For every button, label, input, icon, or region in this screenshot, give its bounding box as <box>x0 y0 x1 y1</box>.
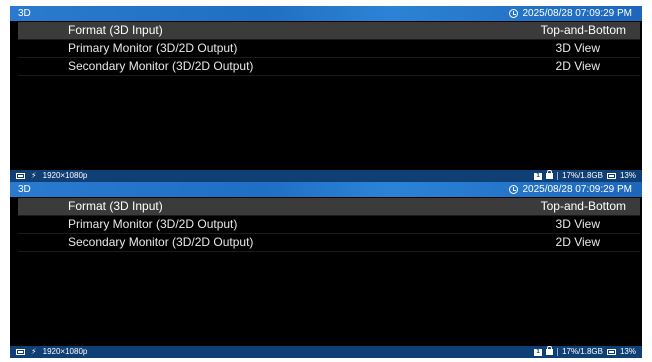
network-icon <box>606 173 616 179</box>
menu-item-label: Secondary Monitor (3D/2D Output) <box>68 235 254 249</box>
divider <box>557 172 559 180</box>
menu-item-secondary-monitor[interactable]: Secondary Monitor (3D/2D Output) 2D View <box>18 234 640 252</box>
menu-item-value: 2D View <box>555 59 600 73</box>
status-bar: ⚡ 1920×1080p 1 17%/1.8GB 13% <box>10 346 642 358</box>
menu-item-label: Primary Monitor (3D/2D Output) <box>68 41 238 55</box>
network-usage-text: 13% <box>619 171 636 180</box>
title-bar: 3D 2025/08/28 07:09:29 PM <box>10 182 642 197</box>
divider <box>557 348 559 356</box>
datetime-text: 2025/08/28 07:09:29 PM <box>522 8 632 19</box>
menu-item-label: Primary Monitor (3D/2D Output) <box>68 217 238 231</box>
menu-item-format[interactable]: Format (3D Input) Top-and-Bottom <box>18 22 640 40</box>
storage-text: 17%/1.8GB <box>562 347 603 356</box>
menu-item-value: 2D View <box>555 235 600 249</box>
resolution-text: 1920×1080p <box>42 171 88 180</box>
monitor-screen-bottom: 3D 2025/08/28 07:09:29 PM Format (3D Inp… <box>10 182 642 358</box>
menu-item-primary-monitor[interactable]: Primary Monitor (3D/2D Output) 3D View <box>18 40 640 58</box>
datetime-display: 2025/08/28 07:09:29 PM <box>509 182 632 197</box>
lock-icon <box>546 346 554 355</box>
menu-item-format[interactable]: Format (3D Input) Top-and-Bottom <box>18 198 640 216</box>
monitor-screen-top: 3D 2025/08/28 07:09:29 PM Format (3D Inp… <box>10 6 642 182</box>
menu-item-label: Secondary Monitor (3D/2D Output) <box>68 59 254 73</box>
datetime-text: 2025/08/28 07:09:29 PM <box>522 184 632 195</box>
menu-item-label: Format (3D Input) <box>68 199 163 213</box>
settings-menu: Format (3D Input) Top-and-Bottom Primary… <box>18 22 640 76</box>
title-bar: 3D 2025/08/28 07:09:29 PM <box>10 6 642 21</box>
network-port-icon <box>16 173 25 179</box>
menu-item-value: 3D View <box>555 217 600 231</box>
datetime-display: 2025/08/28 07:09:29 PM <box>509 6 632 21</box>
card-slot-icon: 1 <box>534 172 543 180</box>
clock-icon <box>509 185 519 194</box>
menu-item-value: 3D View <box>555 41 600 55</box>
menu-item-value: Top-and-Bottom <box>540 199 626 213</box>
storage-text: 17%/1.8GB <box>562 171 603 180</box>
menu-item-label: Format (3D Input) <box>68 23 163 37</box>
resolution-text: 1920×1080p <box>42 347 88 356</box>
signal-icon: ⚡ <box>31 171 37 180</box>
signal-icon: ⚡ <box>31 347 37 356</box>
menu-title: 3D <box>18 8 31 19</box>
menu-title: 3D <box>18 184 31 195</box>
status-bar: ⚡ 1920×1080p 1 17%/1.8GB 13% <box>10 170 642 182</box>
menu-item-value: Top-and-Bottom <box>540 23 626 37</box>
menu-item-secondary-monitor[interactable]: Secondary Monitor (3D/2D Output) 2D View <box>18 58 640 76</box>
network-usage-text: 13% <box>619 347 636 356</box>
card-slot-icon: 1 <box>534 348 543 356</box>
menu-item-primary-monitor[interactable]: Primary Monitor (3D/2D Output) 3D View <box>18 216 640 234</box>
clock-icon <box>509 9 519 18</box>
network-icon <box>606 349 616 355</box>
network-port-icon <box>16 349 25 355</box>
lock-icon <box>546 170 554 179</box>
settings-menu: Format (3D Input) Top-and-Bottom Primary… <box>18 198 640 252</box>
